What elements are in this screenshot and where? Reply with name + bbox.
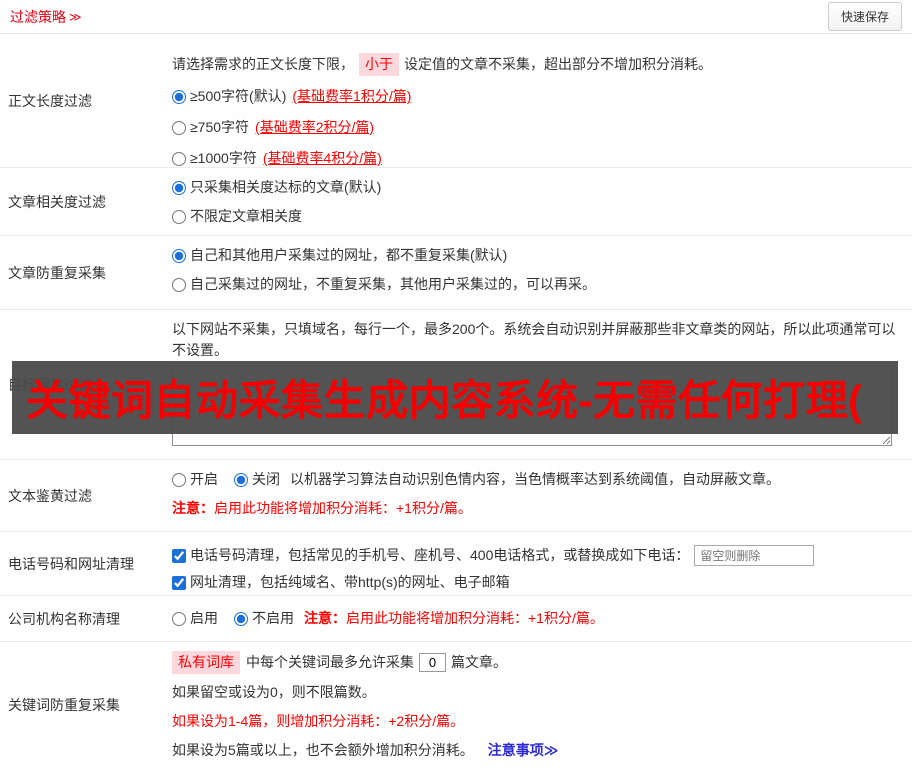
length-option-1000[interactable]: ≥1000字符 (基础费率4积分/篇) xyxy=(172,148,900,167)
row-label-article-dedup: 文章防重复采集 xyxy=(8,264,106,281)
keyword-limit-text: 中每个关键词最多允许采集 xyxy=(246,654,414,670)
length-750-radio[interactable] xyxy=(172,120,186,135)
note-body: 启用此功能将增加积分消耗：+1积分/篇。 xyxy=(346,610,604,626)
length-1000-fee-note: (基础费率4积分/篇) xyxy=(262,150,382,166)
row-relevance-filter: 文章相关度过滤 只采集相关度达标的文章(默认) 不限定文章相关度 xyxy=(0,168,912,236)
page-title: 过滤策略 xyxy=(10,8,66,25)
dedup-self-only-label: 自己采集过的网址，不重复采集，其他用户采集过的，可以再采。 xyxy=(190,276,596,292)
intro-text-post: 设定值的文章不采集，超出部分不增加积分消耗。 xyxy=(404,56,712,72)
length-1000-label: ≥1000字符 xyxy=(190,150,257,166)
length-option-500[interactable]: ≥500字符(默认) (基础费率1积分/篇) xyxy=(172,86,900,107)
row-keyword-dedup: 关键词防重复采集 私有词库 中每个关键词最多允许采集 篇文章。 如果留空或设为0… xyxy=(0,642,912,768)
row-content-length-filter: 正文长度过滤 请选择需求的正文长度下限， 小于 设定值的文章不采集，超出部分不增… xyxy=(0,34,912,168)
porn-off-radio[interactable] xyxy=(234,472,248,487)
less-than-highlight: 小于 xyxy=(359,53,399,76)
url-cleanup-option[interactable]: 网址清理，包括纯域名、带http(s)的网址、电子邮箱 xyxy=(172,572,900,593)
length-500-radio[interactable] xyxy=(172,89,186,104)
phone-cleanup-option[interactable]: 电话号码清理，包括常见的手机号、座机号、400电话格式，或替换成如下电话： xyxy=(172,545,689,566)
private-lexicon-highlight: 私有词库 xyxy=(172,651,240,674)
relevance-any-radio[interactable] xyxy=(172,209,186,224)
row-phone-url-cleanup: 电话号码和网址清理 电话号码清理，包括常见的手机号、座机号、400电话格式，或替… xyxy=(0,532,912,596)
row-label-phone-url: 电话号码和网址清理 xyxy=(8,555,134,572)
relevance-any-label: 不限定文章相关度 xyxy=(190,208,302,224)
porn-on-radio[interactable] xyxy=(172,472,186,487)
dedup-option-self-only[interactable]: 自己采集过的网址，不重复采集，其他用户采集过的，可以再采。 xyxy=(172,274,900,295)
porn-option-off[interactable]: 关闭 xyxy=(234,469,280,490)
length-option-750[interactable]: ≥750字符 (基础费率2积分/篇) xyxy=(172,117,900,138)
watermark-overlay: 关键词自动采集生成内容系统-无需任何打理( xyxy=(12,361,898,434)
row-porn-filter: 文本鉴黄过滤 开启 关闭 以机器学习算法自动识别色情内容，当色情概率达到系统阈值… xyxy=(0,460,912,532)
site-filter-description: 以下网站不采集，只填域名，每行一个，最多200个。系统会自动识别并屏蔽那些非文章… xyxy=(172,321,896,358)
note-prefix: 注意： xyxy=(172,500,214,516)
keyword-limit-input[interactable] xyxy=(419,653,446,672)
keyword-dedup-note-zero: 如果留空或设为0，则不限篇数。 xyxy=(172,684,376,700)
porn-on-label: 开启 xyxy=(190,471,218,487)
relevance-option-any[interactable]: 不限定文章相关度 xyxy=(172,206,900,227)
relevance-strict-label: 只采集相关度达标的文章(默认) xyxy=(190,179,382,195)
row-label-relevance: 文章相关度过滤 xyxy=(8,193,106,210)
length-500-fee-note: (基础费率1积分/篇) xyxy=(292,88,412,104)
intro-text-pre: 请选择需求的正文长度下限， xyxy=(172,56,354,72)
topbar: 过滤策略 ≫ 快速保存 xyxy=(0,0,912,34)
row-label-keyword-dedup: 关键词防重复采集 xyxy=(8,697,120,713)
chevron-icon: ≫ xyxy=(69,9,82,24)
row-label-company-cleanup: 公司机构名称清理 xyxy=(8,610,120,627)
dedup-all-users-radio[interactable] xyxy=(172,248,186,263)
company-enable-radio[interactable] xyxy=(172,611,186,626)
filter-strategy-toggle[interactable]: 过滤策略 ≫ xyxy=(10,7,82,27)
dedup-self-only-radio[interactable] xyxy=(172,277,186,292)
length-750-label: ≥750字符 xyxy=(190,119,250,135)
company-enable-label: 启用 xyxy=(190,610,218,626)
company-cleanup-cost-note: 注意：启用此功能将增加积分消耗：+1积分/篇。 xyxy=(304,608,604,629)
length-1000-radio[interactable] xyxy=(172,151,186,166)
url-cleanup-label: 网址清理，包括纯域名、带http(s)的网址、电子邮箱 xyxy=(190,574,510,590)
dedup-all-users-label: 自己和其他用户采集过的网址，都不重复采集(默认) xyxy=(190,247,508,263)
row-company-cleanup: 公司机构名称清理 启用 不启用 注意：启用此功能将增加积分消耗：+1积分/篇。 xyxy=(0,596,912,642)
length-filter-intro: 请选择需求的正文长度下限， 小于 设定值的文章不采集，超出部分不增加积分消耗。 xyxy=(172,53,900,76)
replacement-phone-input[interactable] xyxy=(694,545,815,566)
company-option-disable[interactable]: 不启用 xyxy=(234,608,294,629)
row-label-content-length: 正文长度过滤 xyxy=(8,92,92,109)
porn-off-label: 关闭 xyxy=(252,471,280,487)
note-body: 启用此功能将增加积分消耗：+1积分/篇。 xyxy=(214,500,472,516)
keyword-limit-text-post: 篇文章。 xyxy=(451,654,507,670)
note-prefix: 注意： xyxy=(304,610,346,626)
company-option-enable[interactable]: 启用 xyxy=(172,608,218,629)
phone-cleanup-label: 电话号码清理，包括常见的手机号、座机号、400电话格式，或替换成如下电话： xyxy=(190,547,690,563)
url-cleanup-checkbox[interactable] xyxy=(172,575,186,590)
keyword-dedup-note-five: 如果设为5篇或以上，也不会额外增加积分消耗。 xyxy=(172,742,474,758)
keyword-dedup-note-cost: 如果设为1-4篇，则增加积分消耗：+2积分/篇。 xyxy=(172,713,465,729)
row-label-porn-filter: 文本鉴黄过滤 xyxy=(8,487,92,504)
relevance-option-strict[interactable]: 只采集相关度达标的文章(默认) xyxy=(172,177,900,198)
quick-save-button[interactable]: 快速保存 xyxy=(827,2,902,31)
porn-filter-description: 以机器学习算法自动识别色情内容，当色情概率达到系统阈值，自动屏蔽文章。 xyxy=(290,471,780,487)
phone-cleanup-checkbox[interactable] xyxy=(172,548,186,563)
length-500-label: ≥500字符(默认) xyxy=(190,88,287,104)
relevance-strict-radio[interactable] xyxy=(172,180,186,195)
notice-link[interactable]: 注意事项≫ xyxy=(488,740,559,761)
company-disable-label: 不启用 xyxy=(252,610,294,626)
porn-filter-cost-note: 注意： 启用此功能将增加积分消耗：+1积分/篇。 xyxy=(172,498,900,519)
watermark-text: 关键词自动采集生成内容系统-无需任何打理( xyxy=(26,377,863,424)
row-article-dedup: 文章防重复采集 自己和其他用户采集过的网址，都不重复采集(默认) 自己采集过的网… xyxy=(0,236,912,310)
dedup-option-all-users[interactable]: 自己和其他用户采集过的网址，都不重复采集(默认) xyxy=(172,245,900,266)
porn-option-on[interactable]: 开启 xyxy=(172,469,218,490)
company-disable-radio[interactable] xyxy=(234,611,248,626)
length-750-fee-note: (基础费率2积分/篇) xyxy=(255,119,375,135)
